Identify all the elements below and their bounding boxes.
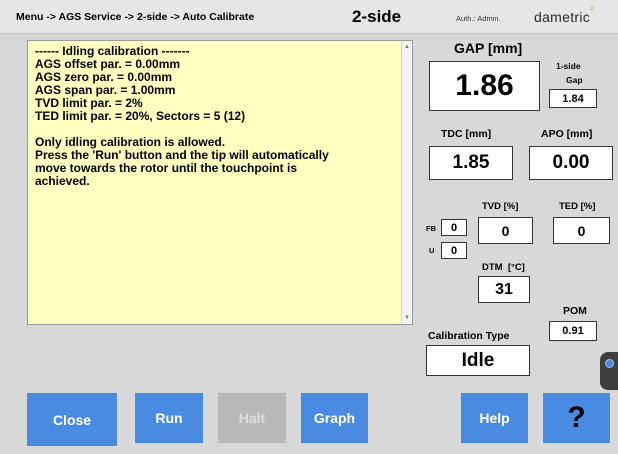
gap-value: 1.86	[429, 61, 540, 111]
calibration-log[interactable]: ------ Idling calibration ------- AGS off…	[27, 40, 413, 325]
one-side-gap-value: 1.84	[549, 89, 597, 108]
tvd-label: TVD [%]	[482, 201, 519, 212]
scroll-down-icon[interactable]: ▼	[404, 315, 410, 321]
log-line: TED limit par. = 20%, Sectors = 5 (12)	[35, 109, 246, 123]
apo-label: APO [mm]	[541, 128, 593, 140]
close-button[interactable]: Close	[27, 393, 117, 446]
gap-label: GAP [mm]	[454, 40, 523, 56]
log-line: achieved.	[35, 174, 90, 188]
dtm-label: DTM [°C]	[482, 262, 525, 273]
pom-value: 0.91	[549, 321, 597, 341]
run-button[interactable]: Run	[135, 393, 203, 443]
breadcrumb: Menu -> AGS Service -> 2-side -> Auto Ca…	[16, 11, 255, 23]
brand-logo: dametric®	[534, 7, 595, 25]
tdc-label: TDC [mm]	[441, 128, 492, 140]
dtm-value: 31	[478, 276, 530, 303]
auth-level: Auth.: Admin.	[456, 14, 501, 23]
calibration-type-value: Idle	[426, 345, 530, 376]
ted-value: 0	[553, 217, 610, 244]
apo-value: 0.00	[529, 146, 613, 180]
tdc-value: 1.85	[429, 146, 513, 180]
tvd-value: 0	[478, 217, 533, 244]
question-icon[interactable]: ?	[543, 393, 610, 443]
u-value: 0	[441, 242, 467, 259]
calibration-log-text: ------ Idling calibration ------- AGS off…	[35, 45, 329, 188]
header-bar: Menu -> AGS Service -> 2-side -> Auto Ca…	[0, 0, 618, 34]
pom-label: POM	[563, 305, 587, 317]
u-label: U	[429, 246, 435, 255]
log-scrollbar[interactable]: ▲ ▼	[401, 41, 412, 324]
halt-button[interactable]: Halt	[218, 393, 286, 443]
calibration-type-label: Calibration Type	[428, 330, 510, 342]
fb-label: FB	[426, 224, 436, 233]
fb-value: 0	[441, 219, 467, 236]
side-panel-tab-icon[interactable]	[600, 352, 618, 390]
scroll-up-icon[interactable]: ▲	[404, 44, 410, 50]
help-button[interactable]: Help	[461, 393, 528, 443]
gap-sub-label: Gap	[566, 75, 583, 85]
page-title: 2-side	[352, 7, 402, 26]
side-panel-dot-icon	[605, 359, 614, 368]
graph-button[interactable]: Graph	[301, 393, 368, 443]
ted-label: TED [%]	[559, 201, 596, 212]
one-side-label: 1-side	[556, 61, 581, 71]
